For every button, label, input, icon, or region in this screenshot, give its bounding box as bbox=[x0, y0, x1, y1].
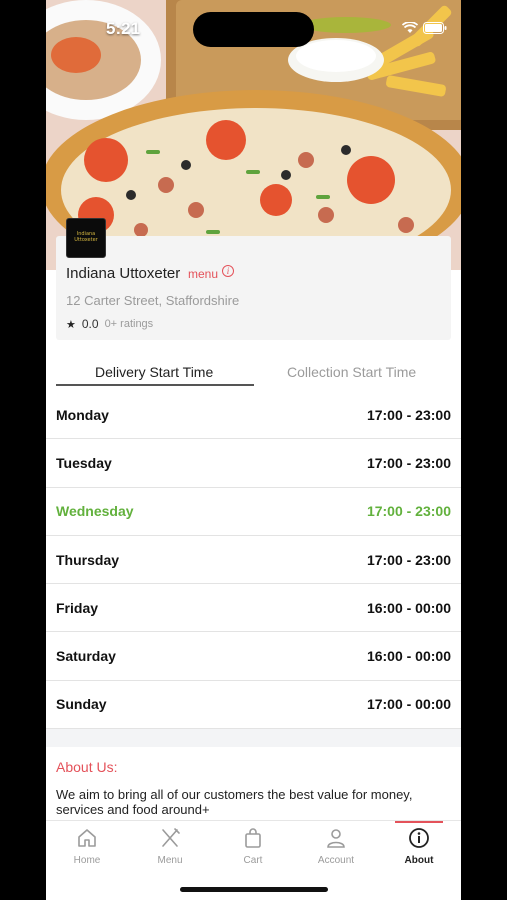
star-icon: ★ bbox=[66, 318, 76, 331]
tab-account[interactable]: Account bbox=[306, 827, 366, 866]
tab-delivery-start-time[interactable]: Delivery Start Time bbox=[95, 364, 213, 380]
hours-value: 17:00 - 23:00 bbox=[366, 406, 451, 423]
opening-hours-list: Monday 17:00 - 23:00 Tuesday 17:00 - 23:… bbox=[46, 391, 461, 730]
tab-about-label: About bbox=[404, 855, 434, 866]
hours-value: 16:00 - 00:00 bbox=[366, 599, 451, 616]
hours-value: 17:00 - 23:00 bbox=[366, 454, 451, 471]
shopping-bag-icon bbox=[245, 828, 261, 848]
hours-value: 17:00 - 00:00 bbox=[366, 696, 451, 713]
hours-row-sunday: Sunday 17:00 - 00:00 bbox=[46, 681, 461, 730]
hours-row-tuesday: Tuesday 17:00 - 23:00 bbox=[46, 439, 461, 488]
info-circle-icon bbox=[409, 828, 429, 848]
status-icons bbox=[402, 22, 447, 34]
tab-cart-label: Cart bbox=[243, 855, 263, 866]
start-time-tabs: Delivery Start Time Collection Start Tim… bbox=[46, 360, 461, 388]
hours-row-saturday: Saturday 16:00 - 00:00 bbox=[46, 632, 461, 681]
fork-knife-icon bbox=[162, 828, 180, 847]
day-label: Sunday bbox=[56, 696, 107, 713]
restaurant-name: Indiana Uttoxeter bbox=[66, 265, 181, 282]
restaurant-address: 12 Carter Street, Staffordshire bbox=[66, 293, 240, 308]
tab-menu[interactable]: Menu bbox=[140, 827, 200, 866]
tab-about[interactable]: About bbox=[389, 827, 449, 866]
restaurant-logo: Indiana Uttoxeter bbox=[66, 218, 106, 258]
hours-row-monday: Monday 17:00 - 23:00 bbox=[46, 391, 461, 440]
app-screen: 5:21 Indiana Uttoxeter Indiana Uttoxeter… bbox=[46, 0, 461, 900]
menu-link[interactable]: menu bbox=[188, 267, 218, 281]
tab-home[interactable]: Home bbox=[57, 827, 117, 866]
tab-account-label: Account bbox=[317, 855, 355, 866]
account-icon bbox=[327, 829, 345, 848]
day-label: Tuesday bbox=[56, 454, 112, 471]
wifi-icon bbox=[402, 22, 418, 33]
active-tab-indicator bbox=[56, 384, 254, 386]
info-icon[interactable]: i bbox=[222, 265, 234, 277]
battery-icon bbox=[423, 22, 447, 34]
hours-value: 17:00 - 23:00 bbox=[366, 503, 451, 520]
camera-notch bbox=[193, 12, 314, 47]
restaurant-info-card: Indiana Uttoxeter Indiana Uttoxeter menu… bbox=[56, 218, 451, 340]
hours-row-thursday: Thursday 17:00 - 23:00 bbox=[46, 536, 461, 585]
hours-value: 17:00 - 23:00 bbox=[366, 551, 451, 568]
about-us-heading: About Us: bbox=[56, 759, 118, 775]
hours-row-friday: Friday 16:00 - 00:00 bbox=[46, 584, 461, 633]
day-label: Friday bbox=[56, 599, 99, 616]
rating-count: 0+ ratings bbox=[104, 318, 154, 330]
tab-cart[interactable]: Cart bbox=[223, 827, 283, 866]
home-icon bbox=[78, 829, 96, 847]
hours-value: 16:00 - 00:00 bbox=[366, 648, 451, 665]
tab-home-label: Home bbox=[73, 855, 101, 866]
rating-value: 0.0 bbox=[81, 317, 99, 331]
about-us-text: We aim to bring all of our customers the… bbox=[56, 787, 413, 817]
day-label: Monday bbox=[56, 406, 109, 423]
logo-text: Indiana Uttoxeter bbox=[74, 231, 98, 243]
home-indicator bbox=[180, 887, 328, 892]
day-label: Thursday bbox=[56, 551, 120, 568]
section-divider bbox=[46, 729, 461, 747]
status-bar-time: 5:21 bbox=[106, 19, 141, 38]
hours-row-wednesday: Wednesday 17:00 - 23:00 bbox=[46, 488, 461, 536]
day-label: Wednesday bbox=[56, 503, 134, 520]
active-tab-indicator bbox=[395, 821, 443, 823]
rating-row: ★ 0.0 0+ ratings bbox=[66, 317, 153, 331]
tab-menu-label: Menu bbox=[157, 855, 183, 866]
tab-collection-start-time[interactable]: Collection Start Time bbox=[287, 364, 416, 380]
day-label: Saturday bbox=[56, 648, 116, 665]
